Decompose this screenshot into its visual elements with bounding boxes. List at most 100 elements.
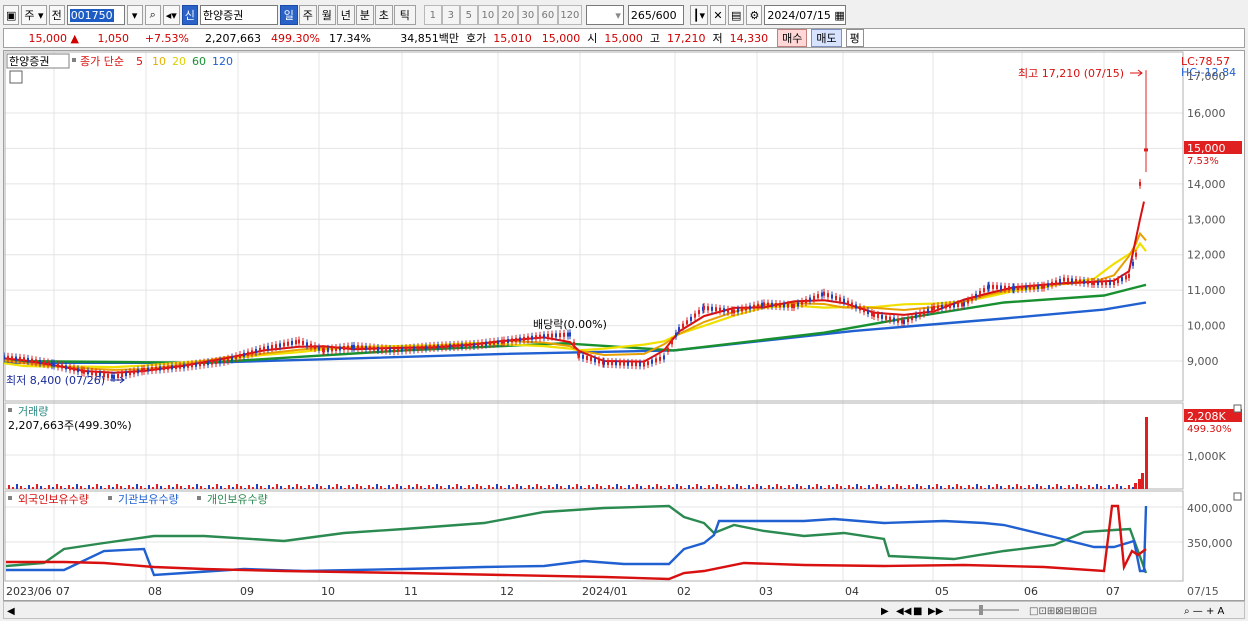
tab-week[interactable]: 주	[298, 5, 317, 25]
volume-bar	[364, 488, 366, 489]
price-tick-label: 9,000	[1187, 355, 1219, 368]
x-axis-label: 12	[500, 585, 514, 598]
open-label: 시	[587, 32, 598, 45]
interval-1[interactable]: 1	[423, 5, 442, 25]
date-field[interactable]: 2024/07/15 ▦	[764, 5, 847, 25]
volume-bar	[24, 488, 26, 489]
save-icon[interactable]: ▤	[728, 5, 745, 25]
volume-bar	[104, 488, 106, 489]
candle-body	[1101, 281, 1103, 286]
x-axis-label: 08	[148, 585, 162, 598]
forward-icon[interactable]: ▶▶	[928, 606, 944, 617]
calendar-icon[interactable]: ▦	[834, 9, 844, 22]
tab-year[interactable]: 년	[336, 5, 355, 25]
chart-svg[interactable]: 한양증권 종가 단순 5 10 20 60 120 LC:78.57 HC:-1…	[3, 51, 1244, 600]
volume-bar	[392, 487, 394, 489]
volume-bar	[1076, 484, 1078, 489]
candle-body	[771, 302, 773, 307]
candle-body	[907, 318, 909, 323]
candle-body	[1091, 280, 1093, 285]
volume-bar	[904, 488, 906, 489]
candle-body	[235, 355, 237, 360]
candle-body	[1025, 285, 1027, 290]
candle-body	[686, 320, 688, 325]
candle-body	[975, 293, 977, 298]
interval-3[interactable]: 3	[441, 5, 460, 25]
interval-30[interactable]: 30	[517, 5, 538, 25]
chart-area[interactable]: 한양증권 종가 단순 5 10 20 60 120 LC:78.57 HC:-1…	[3, 50, 1245, 601]
stop-icon[interactable]: ■	[913, 606, 922, 617]
candle-body	[715, 307, 717, 312]
tab-month[interactable]: 월	[317, 5, 336, 25]
volume-bar	[172, 487, 174, 489]
stock-code-input[interactable]: 001750	[66, 5, 125, 25]
grid	[5, 52, 1183, 581]
interval-120[interactable]: 120	[557, 5, 582, 25]
candle-body	[1135, 252, 1137, 257]
prev-button[interactable]: 전	[48, 5, 65, 25]
volume-close-icon[interactable]	[1233, 404, 1242, 413]
candle-body	[1051, 281, 1053, 286]
tab-tick[interactable]: 틱	[393, 5, 416, 25]
table-icon[interactable]	[9, 70, 23, 84]
tab-second[interactable]: 초	[374, 5, 393, 25]
candle-body	[137, 369, 139, 374]
candle-body	[283, 342, 285, 347]
avg-button[interactable]: 평	[845, 29, 864, 47]
scroll-left-icon[interactable]: ◀	[7, 606, 15, 617]
candle-body	[35, 359, 37, 364]
volume-bar	[448, 485, 450, 489]
volume-bar	[556, 484, 558, 489]
zoom-icons[interactable]: ⌕ — + A	[1184, 606, 1225, 617]
holdings-marker-3	[197, 496, 201, 500]
candle-body	[151, 367, 153, 372]
volume-bar	[360, 486, 362, 489]
gear-icon[interactable]: ⚙	[746, 5, 763, 25]
volume-bar	[476, 484, 478, 489]
candle-body	[590, 357, 592, 362]
market-type-select[interactable]: 주 ▾	[21, 5, 47, 25]
volume-bar	[868, 485, 870, 489]
interval-5[interactable]: 5	[459, 5, 478, 25]
volume-bar	[156, 484, 158, 489]
volume-bar	[452, 487, 454, 489]
search-icon[interactable]: ⌕	[144, 5, 161, 25]
candle-body	[607, 360, 609, 365]
candle-body	[971, 296, 973, 301]
holdings-close-icon[interactable]	[1233, 492, 1242, 501]
interval-20[interactable]: 20	[497, 5, 518, 25]
tab-minute[interactable]: 분	[355, 5, 374, 25]
candle-body	[639, 362, 641, 367]
candle-body	[465, 343, 467, 348]
speaker-icon[interactable]: ◂▾	[162, 5, 180, 25]
toolbar: ▣ 주 ▾ 전 001750 ▾ ⌕ ◂▾ 신 한양증권 일 주 월 년 분 초…	[0, 3, 1248, 27]
chevron-down-icon[interactable]: ▾	[126, 5, 143, 25]
candle-body	[1008, 286, 1010, 291]
play-icon[interactable]: ▶	[881, 606, 889, 617]
candle-body	[453, 343, 455, 348]
candle-body	[996, 285, 998, 290]
volume-bar	[480, 486, 482, 489]
candle-body	[827, 293, 829, 298]
buy-button[interactable]: 매수	[777, 29, 808, 47]
interval-10[interactable]: 10	[477, 5, 498, 25]
volume-bar	[308, 485, 310, 489]
count-field[interactable]: 265/600	[627, 5, 684, 25]
rewind-icon[interactable]: ◀◀	[896, 606, 912, 617]
tab-day[interactable]: 일	[279, 5, 298, 25]
interval-60[interactable]: 60	[537, 5, 558, 25]
crosshair-icon[interactable]: ✕	[710, 5, 727, 25]
tools-icons[interactable]: □⊡⊞⊠⊟⊞⊡⊟	[1029, 606, 1097, 617]
candle-body	[859, 306, 861, 311]
interval-select[interactable]: ▾	[585, 5, 624, 25]
layout-icon[interactable]: ▣	[3, 5, 20, 25]
candle-icon[interactable]: ┃▾	[689, 5, 709, 25]
sell-button[interactable]: 매도	[811, 29, 842, 47]
volume-bar	[488, 485, 490, 489]
zoom-slider-handle[interactable]	[979, 605, 983, 615]
stock-name-field[interactable]: 한양증권	[199, 5, 278, 25]
volume-bar	[852, 487, 854, 489]
volume-bar	[1064, 488, 1066, 489]
high-label: 고	[649, 32, 660, 45]
volume-bar	[1145, 417, 1148, 489]
